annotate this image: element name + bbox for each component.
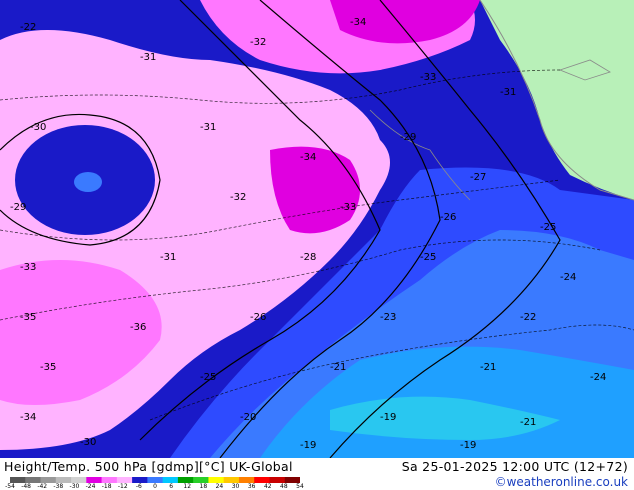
scale-tick-label: -42: [37, 483, 48, 490]
scale-tick-label: -18: [101, 483, 112, 490]
contour-label: -19: [380, 412, 396, 423]
scale-tick-label: 30: [231, 483, 240, 490]
contour-label: -29: [400, 132, 416, 143]
contour-label: -24: [590, 372, 606, 383]
map-footer: Height/Temp. 500 hPa [gdmp][°C] UK-Globa…: [0, 458, 634, 490]
scale-tick-label: 12: [183, 483, 192, 490]
scale-tick-label: 36: [247, 483, 256, 490]
credit-link[interactable]: ©weatheronline.co.uk: [495, 475, 628, 489]
contour-label: -33: [20, 262, 36, 273]
contour-label: -28: [300, 252, 316, 263]
color-scale-labels: -54 -48 -42 -38 -30 -24 -18 -12 -6 0 6 12 18 24 30 36 42…: [5, 483, 304, 490]
scale-tick-label: -38: [53, 483, 64, 490]
contour-label: -34: [20, 412, 36, 423]
contour-label: -32: [250, 37, 266, 48]
weather-map: -22 -31 -32 -34 -33 -31 -30 -31 -34 -29 …: [0, 0, 634, 458]
contour-label: -33: [340, 202, 356, 213]
cold-low-center: [74, 172, 102, 192]
scale-tick-label: 18: [199, 483, 208, 490]
scale-tick-label: 48: [280, 483, 288, 490]
contour-label: -19: [300, 440, 316, 451]
contour-label: -26: [440, 212, 456, 223]
contour-label: -21: [330, 362, 346, 373]
scale-tick-label: -6: [135, 483, 142, 490]
contour-label: -32: [230, 192, 246, 203]
scale-tick-label: -30: [69, 483, 80, 490]
contour-label: -31: [500, 87, 516, 98]
scale-tick-label: -24: [85, 483, 96, 490]
contour-label: -25: [200, 372, 216, 383]
map-title: Height/Temp. 500 hPa [gdmp][°C] UK-Globa…: [4, 459, 293, 474]
contour-label: -35: [40, 362, 56, 373]
contour-label: -33: [420, 72, 436, 83]
contour-label: -30: [30, 122, 46, 133]
contour-label: -21: [480, 362, 496, 373]
contour-label: -21: [520, 417, 536, 428]
scale-tick-label: -48: [21, 483, 32, 490]
scale-tick-label: 24: [215, 483, 224, 490]
scale-tick-label: 6: [169, 483, 174, 490]
scale-tick-label: 54: [296, 483, 304, 490]
contour-label: -34: [350, 17, 366, 28]
contour-label: -24: [560, 272, 576, 283]
contour-label: -22: [20, 22, 36, 33]
contour-label: -27: [470, 172, 486, 183]
contour-label: -26: [250, 312, 266, 323]
contour-label: -22: [520, 312, 536, 323]
contour-label: -35: [20, 312, 36, 323]
scale-tick-label: -12: [117, 483, 128, 490]
contour-label: -19: [460, 440, 476, 451]
contour-label: -31: [200, 122, 216, 133]
contour-label: -30: [80, 437, 96, 448]
contour-label: -36: [130, 322, 146, 333]
contour-label: -31: [160, 252, 176, 263]
scale-tick-label: 0: [153, 483, 157, 490]
scale-tick-label: 42: [263, 483, 272, 490]
contour-label: -20: [240, 412, 256, 423]
scale-tick-label: -54: [5, 483, 15, 490]
contour-label: -25: [420, 252, 436, 263]
contour-label: -29: [10, 202, 26, 213]
contour-label: -31: [140, 52, 156, 63]
valid-time: Sa 25-01-2025 12:00 UTC (12+72): [401, 459, 628, 474]
contour-label: -23: [380, 312, 396, 323]
contour-label: -34: [300, 152, 316, 163]
contour-label: -25: [540, 222, 556, 233]
